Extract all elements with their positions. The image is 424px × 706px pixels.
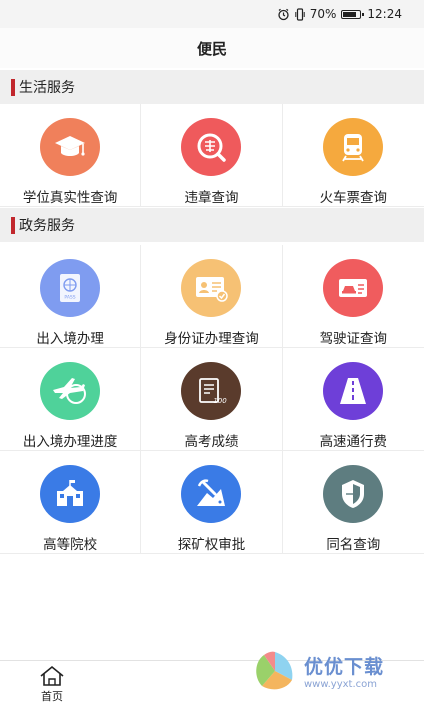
gov-item[interactable]: 同名查询	[282, 451, 424, 554]
life-item[interactable]: 火车票查询	[282, 104, 424, 207]
section-gov-header: 政务服务	[0, 208, 424, 242]
gov-services-grid: PASS 出入境办理 身份证办理查询 驾驶证查询出入境办理进度 100 高考成绩 高速通行费…	[0, 245, 424, 554]
gov-item-label: 探矿权审批	[177, 537, 246, 553]
home-icon	[40, 665, 64, 686]
gov-item-label: 驾驶证查询	[319, 331, 388, 347]
gov-item-label: 出入境办理	[36, 331, 104, 347]
page-title: 便民	[196, 39, 227, 58]
battery-icon	[341, 9, 365, 19]
id-card-icon	[181, 259, 242, 317]
watermark-logo: 优优下载 www.yyxt.com	[252, 642, 420, 700]
gov-item-label: 身份证办理查询	[164, 331, 259, 347]
status-icons: 70%	[277, 7, 365, 21]
battery-percent: 70%	[309, 7, 337, 21]
section-accent-bar	[11, 78, 15, 96]
watermark-leaf-icon	[256, 651, 293, 690]
gov-item[interactable]: 身份证办理查询	[141, 245, 283, 348]
vibrate-icon	[295, 7, 305, 21]
train-icon	[323, 118, 384, 176]
university-icon	[40, 465, 101, 523]
graduation-cap-icon	[40, 118, 101, 176]
traffic-violation-icon	[181, 118, 242, 176]
life-item-label: 学位真实性查询	[22, 190, 118, 206]
nav-home-tab[interactable]: 首页	[30, 665, 74, 704]
shield-icon	[323, 465, 384, 523]
watermark-url: www.yyxt.com	[304, 679, 378, 690]
section-gov-title: 政务服务	[19, 218, 75, 234]
gov-item-label: 高等院校	[43, 537, 98, 553]
exam-score-icon: 100	[181, 362, 242, 420]
section-life-header: 生活服务	[0, 70, 424, 104]
status-bar: 70% 12:24	[0, 0, 424, 28]
gov-item[interactable]: PASS 出入境办理	[0, 245, 142, 348]
gov-item[interactable]: 100 高考成绩	[141, 348, 283, 451]
airplane-globe-icon	[40, 362, 101, 420]
gov-item[interactable]: 驾驶证查询	[282, 245, 424, 348]
gov-item[interactable]: 高等院校	[0, 451, 142, 554]
gov-item-label: 出入境办理进度	[22, 434, 118, 450]
alarm-icon	[278, 8, 289, 20]
svg-text:100: 100	[214, 397, 228, 405]
section-accent-bar	[11, 216, 15, 234]
highway-icon	[323, 362, 384, 420]
life-services-grid: 学位真实性查询 违章查询 火车票查询	[0, 104, 424, 207]
life-item-label: 违章查询	[184, 190, 239, 206]
mining-icon	[181, 465, 242, 523]
gov-item-label: 高速通行费	[319, 434, 388, 450]
passport-icon: PASS	[40, 259, 101, 317]
watermark-text: 优优下载	[304, 656, 385, 678]
driver-license-icon	[323, 259, 384, 317]
svg-text:PASS: PASS	[65, 295, 76, 301]
nav-home-label: 首页	[41, 690, 63, 703]
gov-item-label: 同名查询	[326, 537, 381, 553]
gov-item[interactable]: 出入境办理进度	[0, 348, 142, 451]
life-item[interactable]: 违章查询	[141, 104, 283, 207]
gov-item[interactable]: 高速通行费	[282, 348, 424, 451]
life-item-label: 火车票查询	[319, 190, 388, 206]
section-life-title: 生活服务	[19, 80, 75, 96]
page-title-bar: 便民	[0, 28, 424, 68]
clock: 12:24	[367, 7, 402, 21]
life-item[interactable]: 学位真实性查询	[0, 104, 142, 207]
gov-item-label: 高考成绩	[184, 434, 239, 450]
gov-item[interactable]: 探矿权审批	[141, 451, 283, 554]
